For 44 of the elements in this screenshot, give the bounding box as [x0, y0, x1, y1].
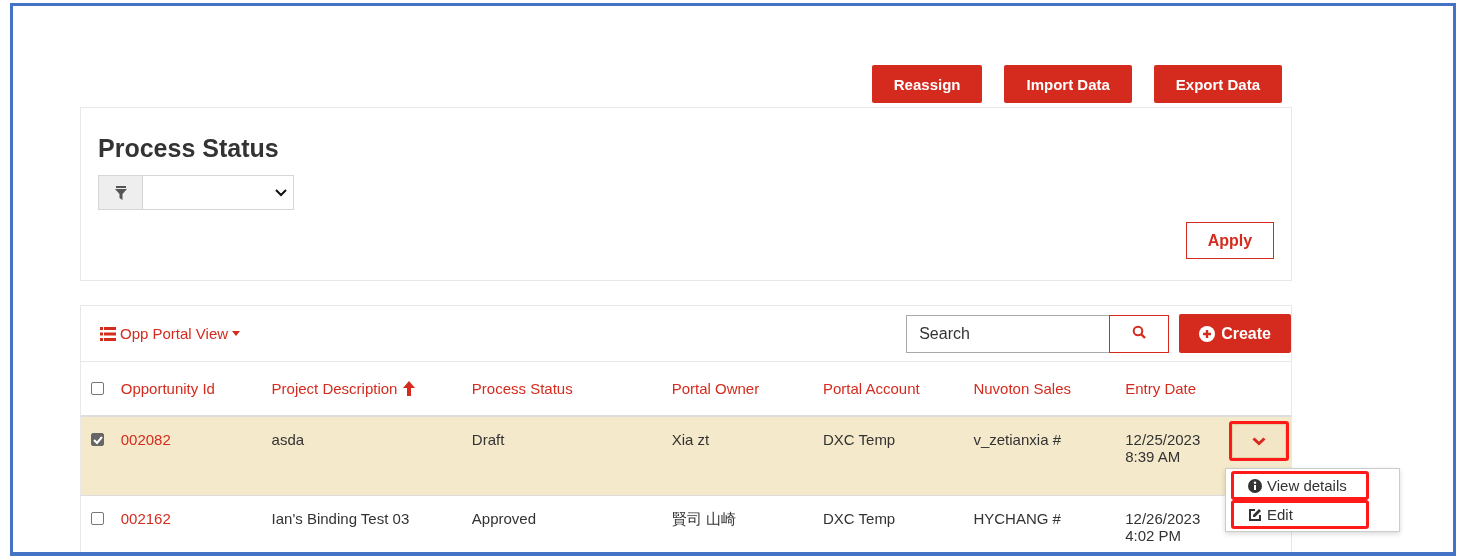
info-icon [1248, 478, 1262, 493]
table-cell: Xia zt [671, 431, 710, 448]
chevron-down-icon [1252, 436, 1266, 446]
menu-item[interactable]: View details [1234, 474, 1361, 497]
toolbar-button[interactable]: Import Data [1004, 65, 1132, 103]
table-cell: Draft [471, 431, 505, 448]
menu-item[interactable]: Edit [1234, 503, 1307, 526]
create-button[interactable]: Create [1179, 314, 1291, 353]
column-header[interactable]: Portal Owner [671, 380, 760, 397]
plus-circle-icon [1199, 325, 1216, 342]
table-cell: v_zetianxia # [973, 431, 1061, 448]
table-cell: 12/25/2023 8:39 AM [1125, 431, 1201, 465]
search-button[interactable] [1109, 314, 1170, 353]
table-cell: 賢司 山崎 [671, 510, 736, 527]
column-header[interactable]: Portal Account [822, 380, 920, 397]
apply-button[interactable]: Apply [1186, 222, 1274, 259]
table-cell: DXC Temp [822, 510, 896, 527]
edit-icon [1248, 507, 1262, 522]
opportunity-link[interactable]: 002082 [120, 431, 171, 448]
row-checkbox[interactable] [91, 433, 104, 446]
opportunity-link[interactable]: 002162 [120, 510, 171, 527]
sort-up-arrow-icon[interactable] [403, 381, 416, 396]
table-cell: Ian's Binding Test 03 [271, 510, 410, 527]
row-checkbox[interactable] [91, 512, 104, 525]
table-cell: Approved [471, 510, 537, 527]
view-menu[interactable]: Opp Portal View [100, 325, 241, 342]
list-icon [100, 326, 116, 341]
column-header[interactable]: Opportunity Id [120, 380, 215, 397]
select-all-checkbox[interactable] [91, 382, 104, 395]
table-cell: asda [271, 431, 305, 448]
toolbar-button[interactable]: Export Data [1153, 65, 1282, 103]
table-cell: DXC Temp [822, 431, 896, 448]
chevron-down-icon [275, 188, 287, 197]
column-header[interactable]: Project Description [271, 380, 398, 397]
table-cell: HYCHANG # [973, 510, 1061, 527]
toolbar-button[interactable]: Reassign [871, 65, 983, 103]
panel-title: Process Status [98, 134, 280, 163]
search-field[interactable]: Search [906, 314, 1110, 353]
caret-icon [232, 331, 241, 336]
column-header[interactable]: Entry Date [1125, 380, 1197, 397]
search-icon [1132, 325, 1147, 339]
column-header[interactable]: Nuvoton Sales [973, 380, 1071, 397]
filter-icon [114, 185, 127, 200]
column-header[interactable]: Process Status [471, 380, 573, 397]
